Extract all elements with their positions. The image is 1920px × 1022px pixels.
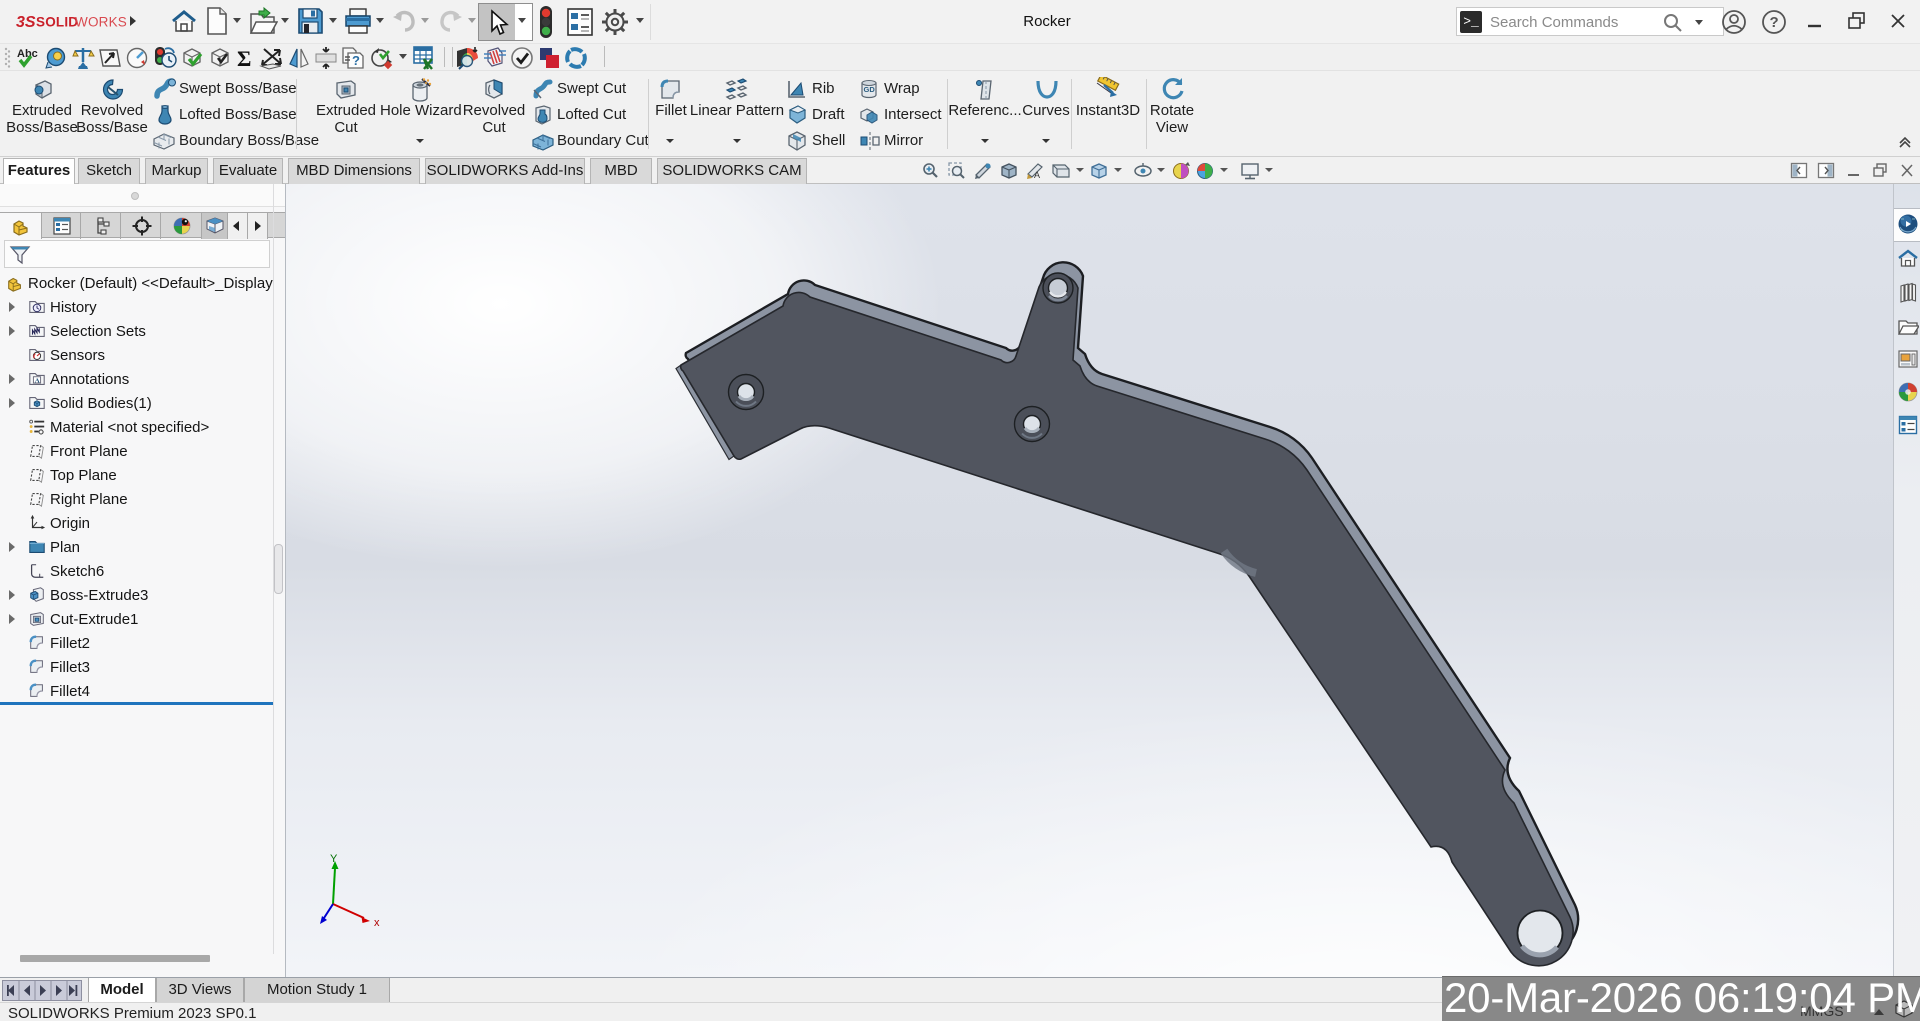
svg-text:x: x — [374, 917, 380, 929]
svg-text:A: A — [1034, 170, 1040, 180]
svg-text:Y: Y — [330, 854, 338, 865]
